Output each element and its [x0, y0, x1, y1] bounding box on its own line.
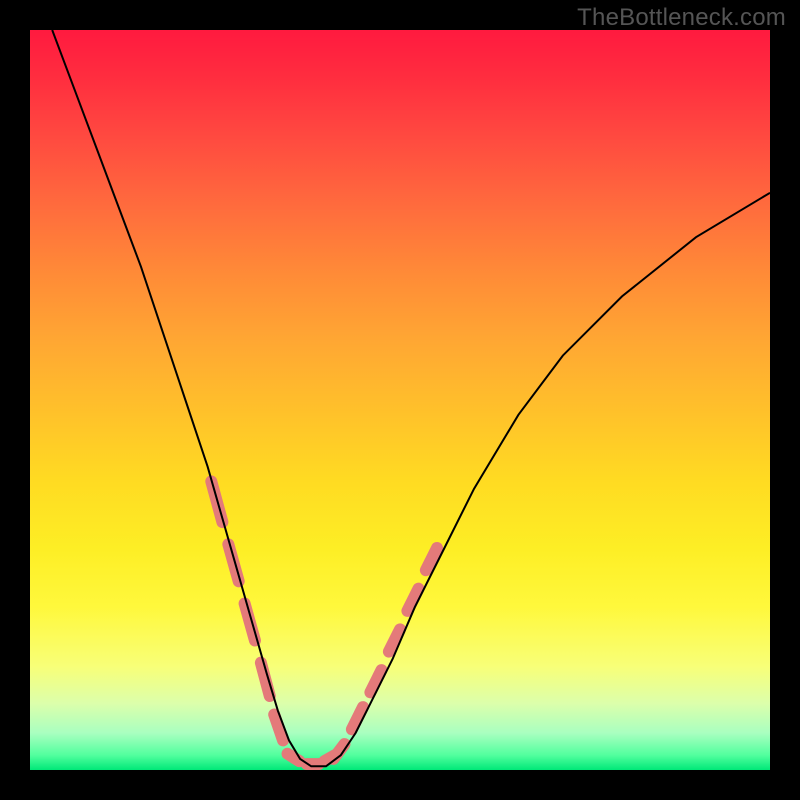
highlight-dash: [352, 707, 363, 729]
chart-frame: TheBottleneck.com: [0, 0, 800, 800]
highlight-dash-layer: [211, 481, 437, 764]
watermark-text: TheBottleneck.com: [577, 4, 786, 32]
highlight-dash: [245, 604, 255, 641]
highlight-dash: [407, 589, 418, 611]
highlight-dash: [370, 670, 381, 692]
highlight-dash: [389, 629, 400, 651]
chart-svg: [30, 30, 770, 770]
highlight-dash: [228, 544, 238, 581]
bottleneck-curve: [52, 30, 770, 766]
plot-area: [30, 30, 770, 770]
